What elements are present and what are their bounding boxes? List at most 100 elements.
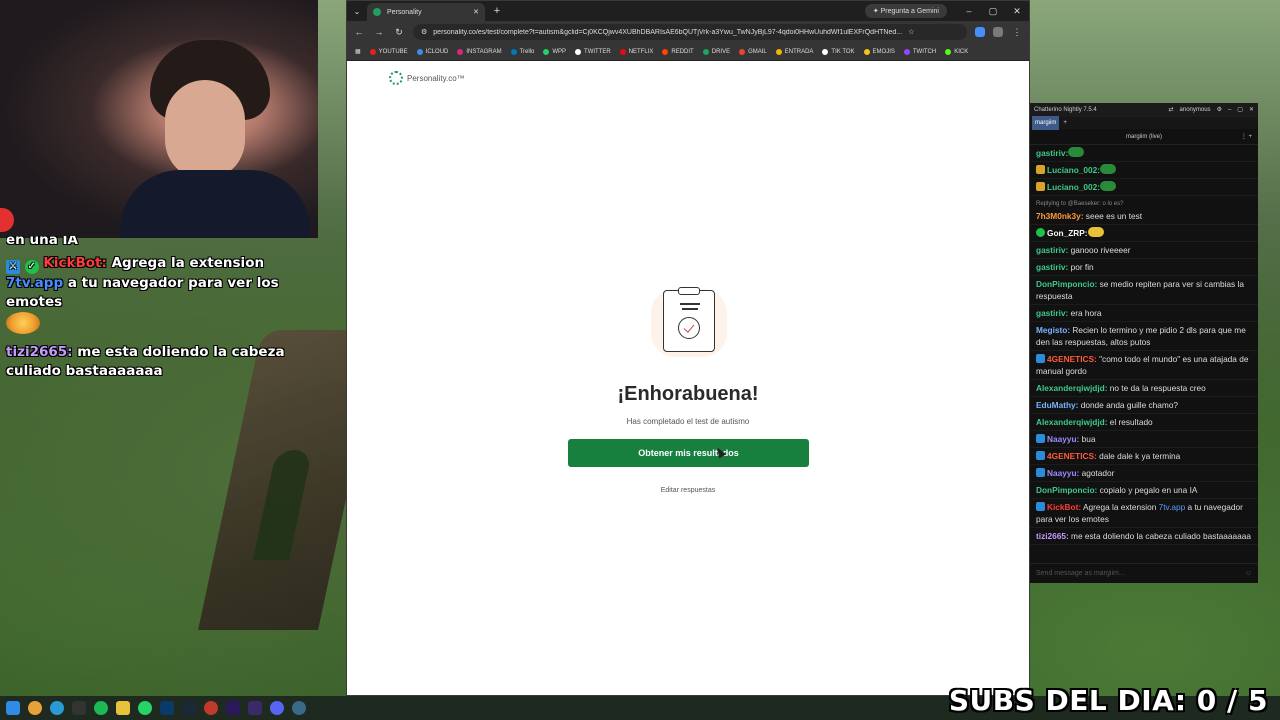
bookmark-favicon-icon — [903, 48, 910, 55]
chat-input[interactable]: Send message as margiim... ☺ — [1030, 563, 1258, 583]
account-name[interactable]: anonymous — [1180, 104, 1211, 116]
chat-username[interactable]: Alexanderqiwjdjd: — [1036, 417, 1107, 427]
chat-username[interactable]: 7h3M0nk3y: — [1036, 211, 1084, 221]
bookmark-item[interactable]: ICLOUD — [416, 48, 448, 55]
windows-start-icon[interactable] — [6, 701, 20, 715]
file-explorer-icon[interactable] — [116, 701, 130, 715]
chat-username[interactable]: tizi2665: — [1036, 531, 1069, 541]
bookmark-favicon-icon — [822, 48, 829, 55]
chat-username[interactable]: EduMathy: — [1036, 400, 1078, 410]
minimize-icon[interactable]: – — [957, 6, 981, 16]
chat-username[interactable]: Luciano_002: — [1047, 182, 1100, 192]
chat-message: gastiriv: — [1030, 145, 1258, 162]
bookmark-item[interactable]: WPP — [543, 48, 566, 55]
new-tab-icon[interactable]: + — [489, 5, 505, 17]
reply-context[interactable]: Replying to @Baeseker: o lo es? — [1036, 198, 1252, 210]
chat-username[interactable]: gastiriv: — [1036, 308, 1068, 318]
tab-margiim[interactable]: margiim — [1032, 116, 1060, 130]
close-tab-icon[interactable]: ✕ — [473, 8, 479, 16]
whatsapp-icon[interactable] — [138, 701, 152, 715]
extension-icon[interactable] — [975, 27, 985, 37]
bookmark-label: INSTAGRAM — [466, 48, 502, 55]
bookmark-label: REDDIT — [671, 48, 694, 55]
bookmark-item[interactable]: DRIVE — [702, 48, 730, 55]
menu-kebab-icon[interactable]: ⋮ — [1011, 27, 1023, 38]
tab-list-chevron-icon[interactable]: ⌄ — [347, 7, 367, 16]
premiere-icon[interactable] — [226, 701, 240, 715]
bookmark-label: Trello — [519, 48, 535, 55]
chat-username[interactable]: 4GENETICS: — [1047, 451, 1097, 461]
chat-username[interactable]: Naayyu: — [1047, 434, 1079, 444]
back-icon[interactable]: ← — [353, 27, 365, 37]
photoshop-icon[interactable] — [160, 701, 174, 715]
personality-logo[interactable]: Personality.co™ — [389, 71, 465, 85]
channel-menu-icon[interactable]: ⋮ + — [1241, 129, 1252, 145]
bookmark-item[interactable]: GMAIL — [739, 48, 767, 55]
chat-username[interactable]: Alexanderqiwjdjd: — [1036, 383, 1107, 393]
bookmark-item[interactable]: TWITCH — [903, 48, 936, 55]
chat-username[interactable]: Megisto: — [1036, 325, 1070, 335]
chat-username[interactable]: gastiriv: — [1036, 148, 1068, 158]
chat-text: era hora — [1068, 308, 1102, 318]
site-info-icon[interactable]: ⚙ — [421, 28, 427, 36]
reload-icon[interactable]: ↻ — [393, 27, 405, 38]
bookmark-star-icon[interactable]: ☆ — [908, 28, 914, 36]
obs-icon[interactable] — [72, 701, 86, 715]
minimize-icon[interactable]: – — [1228, 104, 1231, 116]
chat-text: no te da la respuesta creo — [1107, 383, 1206, 393]
address-bar[interactable]: ⚙ personality.co/es/test/complete?t=auti… — [413, 24, 967, 40]
gemini-button[interactable]: ✦ Pregunta a Gemini — [864, 4, 947, 18]
chat-username[interactable]: DonPimponcio: — [1036, 485, 1097, 495]
add-tab-icon[interactable]: + — [1063, 117, 1067, 129]
chat-username[interactable]: gastiriv: — [1036, 245, 1068, 255]
chatterino-taskbar-icon[interactable] — [292, 701, 306, 715]
chat-link[interactable]: 7tv.app — [1159, 502, 1186, 512]
chat-username[interactable]: Gon_ZRP: — [1047, 228, 1088, 238]
extensions-puzzle-icon[interactable] — [993, 27, 1003, 37]
account-switch-icon[interactable]: ⇄ — [1169, 104, 1174, 116]
forward-icon[interactable]: → — [373, 27, 385, 37]
chat-username[interactable]: KickBot: — [1047, 502, 1081, 512]
chat-message-list[interactable]: gastiriv: Luciano_002: Luciano_002: Replyin… — [1030, 145, 1258, 563]
chat-username[interactable]: 4GENETICS: — [1047, 354, 1097, 364]
chatterino-tabs: margiim + — [1030, 116, 1258, 130]
bookmark-item[interactable]: TWITTER — [575, 48, 611, 55]
stream-chat-overlay: en una IA ⚔ ✓ KickBot: Agrega la extensi… — [6, 236, 306, 381]
apps-grid-icon[interactable]: ▦ — [355, 48, 361, 55]
chrome-profile-icon[interactable] — [204, 701, 218, 715]
bookmark-item[interactable]: TIK TOK — [822, 48, 855, 55]
settings-gear-icon[interactable]: ⚙ — [1217, 104, 1222, 116]
bookmark-item[interactable]: KICK — [945, 48, 968, 55]
bookmark-item[interactable]: ENTRADA — [775, 48, 813, 55]
chat-text: donde anda guille chamo? — [1078, 400, 1179, 410]
get-results-button[interactable]: Obtener mis resultados — [568, 439, 809, 467]
bookmark-item[interactable]: REDDIT — [662, 48, 694, 55]
bookmark-item[interactable]: EMOJIS — [863, 48, 895, 55]
chat-message: EduMathy: donde anda guille chamo? — [1030, 397, 1258, 414]
user-badge-icon — [1036, 502, 1045, 511]
steam-icon[interactable] — [182, 701, 196, 715]
edge-icon[interactable] — [50, 701, 64, 715]
chat-text: Agrega la extension — [1081, 502, 1159, 512]
browser-tab-personality[interactable]: Personality ✕ — [367, 3, 485, 21]
chat-username[interactable]: DonPimponcio: — [1036, 279, 1097, 289]
chat-username[interactable]: Naayyu: — [1047, 468, 1079, 478]
bookmark-item[interactable]: INSTAGRAM — [457, 48, 502, 55]
bookmark-item[interactable]: NETFLIX — [619, 48, 653, 55]
emote-picker-icon[interactable]: ☺ — [1245, 568, 1252, 580]
chat-message: Naayyu: bua — [1030, 431, 1258, 448]
maximize-icon[interactable]: ▢ — [1237, 104, 1243, 116]
close-window-icon[interactable]: ✕ — [1249, 104, 1254, 116]
discord-icon[interactable] — [270, 701, 284, 715]
close-window-icon[interactable]: ✕ — [1005, 6, 1029, 17]
after-effects-icon[interactable] — [248, 701, 262, 715]
chat-username[interactable]: gastiriv: — [1036, 262, 1068, 272]
edit-answers-link[interactable]: Editar respuestas — [347, 487, 1029, 494]
spotify-icon[interactable] — [94, 701, 108, 715]
maximize-icon[interactable]: ▢ — [981, 6, 1005, 17]
bookmark-item[interactable]: Trello — [510, 48, 535, 55]
bookmark-item[interactable]: YOUTUBE — [369, 48, 408, 55]
emote-icon — [6, 312, 40, 334]
chrome-icon[interactable] — [28, 701, 42, 715]
chat-username[interactable]: Luciano_002: — [1047, 165, 1100, 175]
